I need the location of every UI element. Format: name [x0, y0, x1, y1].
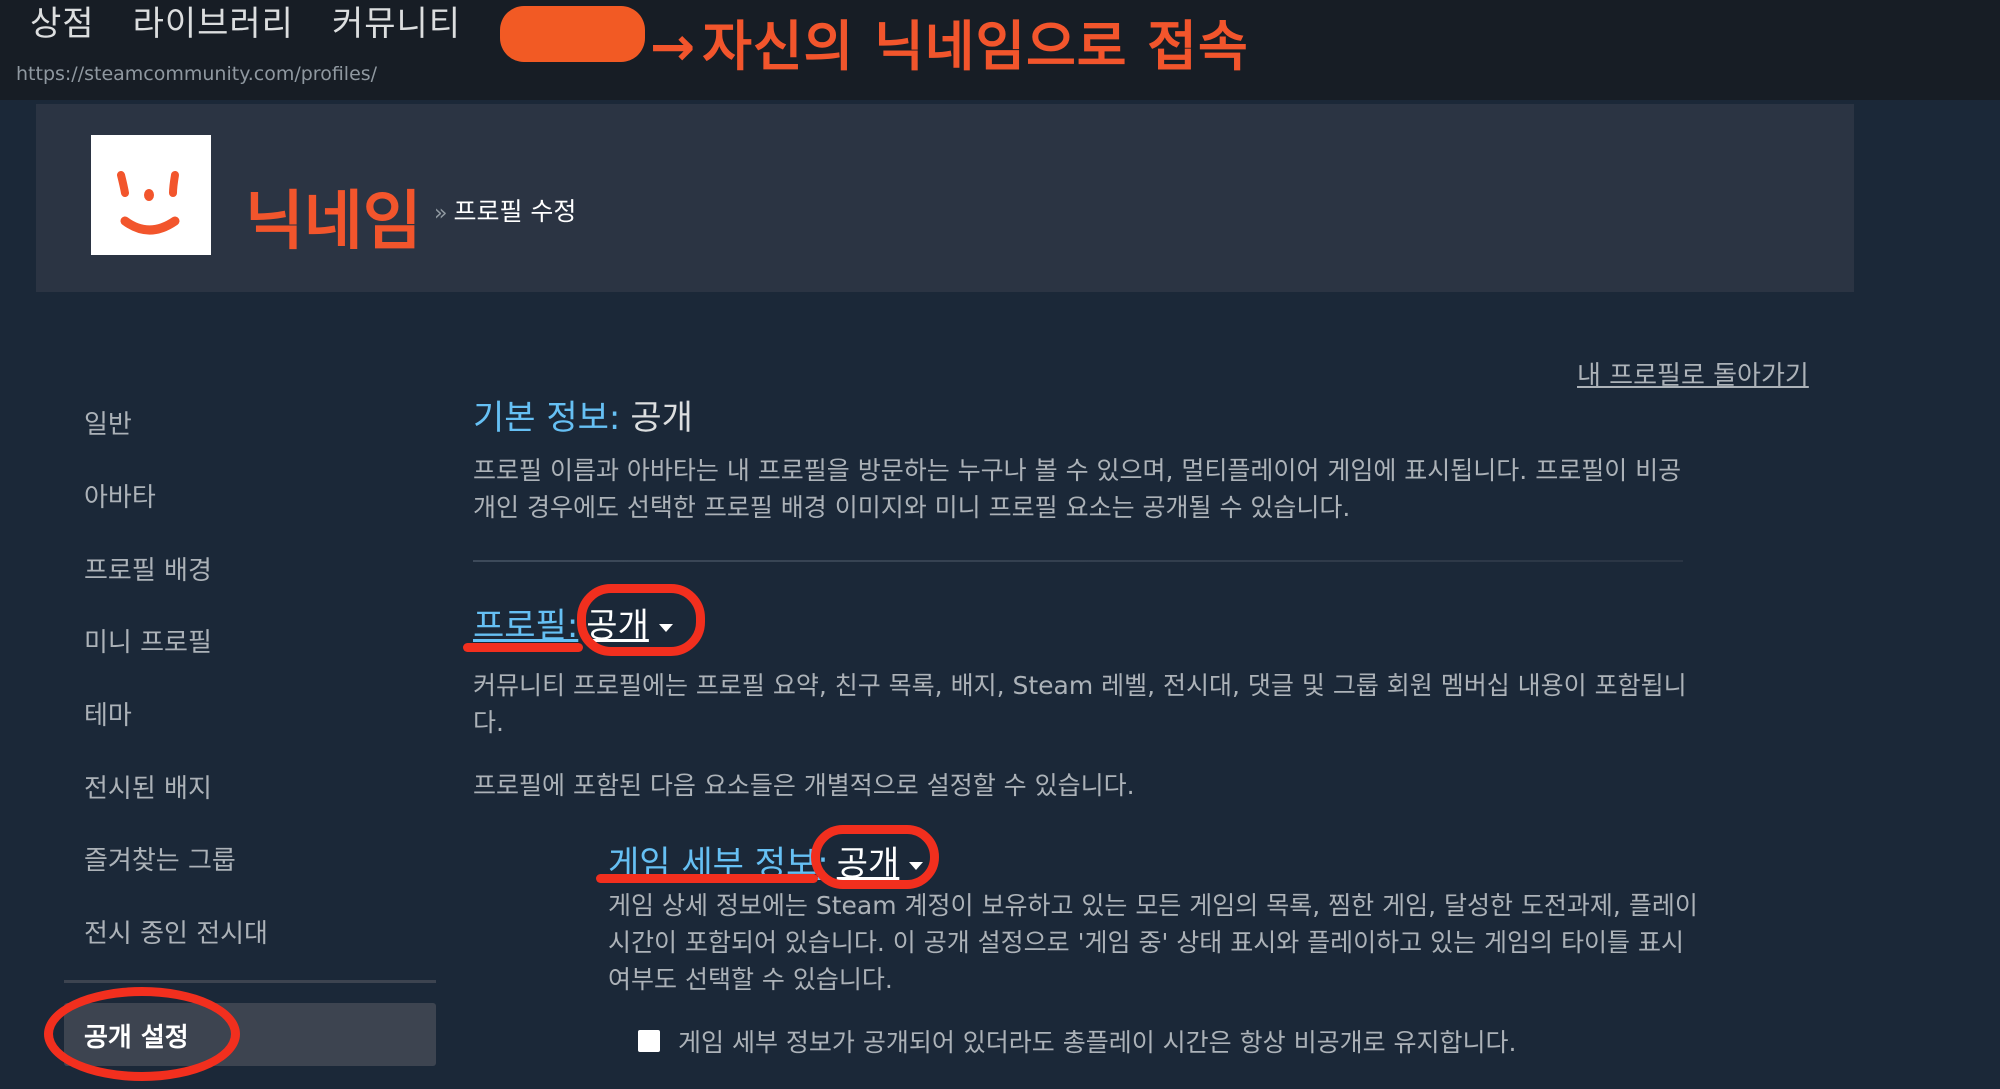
sidebar-item-favorite-group[interactable]: 즐겨찾는 그룹	[84, 840, 236, 877]
profile-desc-line: 다.	[473, 708, 504, 737]
basic-info-desc-line: 개인 경우에도 선택한 프로필 배경 이미지와 미니 프로필 요소는 공개될 수…	[473, 493, 1351, 522]
sidebar-item-theme[interactable]: 테마	[84, 695, 132, 732]
sidebar-divider	[64, 980, 436, 983]
basic-info-value: 공개	[630, 398, 693, 438]
annotation-arrow: →	[650, 15, 697, 78]
hide-playtime-label[interactable]: 게임 세부 정보가 공개되어 있더라도 총플레이 시간은 항상 비공개로 유지합…	[678, 1023, 1516, 1059]
annotation-top-text: 자신의 닉네임으로 접속	[702, 15, 1249, 78]
annotation-underline	[463, 643, 583, 652]
sidebar-item-general[interactable]: 일반	[84, 404, 132, 441]
section-divider	[473, 560, 1683, 562]
sidebar-item-showcases[interactable]: 전시 중인 전시대	[84, 913, 268, 950]
back-to-profile-link[interactable]: 내 프로필로 돌아가기	[1577, 355, 1809, 392]
profile-desc-line: 커뮤니티 프로필에는 프로필 요약, 친구 목록, 배지, Steam 레벨, …	[473, 671, 1687, 700]
hide-playtime-checkbox[interactable]	[638, 1030, 660, 1052]
avatar-smiley-icon	[117, 171, 180, 235]
annotation-top-note: → 자신의 닉네임으로 접속	[650, 2, 1249, 81]
nav-store[interactable]: 상점	[30, 0, 95, 45]
sidebar-item-featured-badge[interactable]: 전시된 배지	[84, 768, 212, 805]
breadcrumb-separator: »	[434, 201, 448, 226]
game-details-desc-line: 여부도 선택할 수 있습니다.	[608, 965, 893, 994]
profile-description: 커뮤니티 프로필에는 프로필 요약, 친구 목록, 배지, Steam 레벨, …	[473, 667, 1833, 741]
game-details-desc-line: 시간이 포함되어 있습니다. 이 공개 설정으로 '게임 중' 상태 표시와 플…	[608, 928, 1684, 957]
annotation-circle-game-details-dropdown	[811, 825, 939, 889]
sidebar-item-avatar[interactable]: 아바타	[84, 477, 156, 514]
breadcrumb-page: 프로필 수정	[453, 197, 577, 226]
annotation-nickname: 닉네임	[245, 185, 422, 259]
nav-library[interactable]: 라이브러리	[133, 0, 294, 45]
annotation-underline	[596, 874, 818, 883]
avatar[interactable]	[91, 135, 211, 255]
basic-info-description: 프로필 이름과 아바타는 내 프로필을 방문하는 누구나 볼 수 있으며, 멀티…	[473, 452, 1833, 526]
game-details-desc-line: 게임 상세 정보에는 Steam 계정이 보유하고 있는 모든 게임의 목록, …	[608, 891, 1698, 920]
basic-info-desc-line: 프로필 이름과 아바타는 내 프로필을 방문하는 누구나 볼 수 있으며, 멀티…	[473, 456, 1682, 485]
nav-community[interactable]: 커뮤니티	[332, 0, 461, 45]
redaction-scribble	[500, 6, 645, 62]
annotation-circle-privacy	[44, 987, 240, 1081]
url-bar: https://steamcommunity.com/profiles/	[16, 63, 378, 85]
annotation-circle-profile-dropdown	[577, 584, 705, 656]
sidebar-item-mini-profile[interactable]: 미니 프로필	[84, 622, 212, 659]
profile-sub-description: 프로필에 포함된 다음 요소들은 개별적으로 설정할 수 있습니다.	[473, 771, 1135, 800]
basic-info-title: 기본 정보: 공개	[473, 390, 693, 439]
basic-info-label: 기본 정보:	[473, 398, 621, 438]
sidebar-item-profile-background[interactable]: 프로필 배경	[84, 550, 212, 587]
hide-playtime-option: 게임 세부 정보가 공개되어 있더라도 총플레이 시간은 항상 비공개로 유지합…	[638, 1023, 1516, 1059]
top-nav: 상점 라이브러리 커뮤니티	[30, 0, 461, 44]
breadcrumb: » 프로필 수정	[434, 192, 576, 228]
game-details-description: 게임 상세 정보에는 Steam 계정이 보유하고 있는 모든 게임의 목록, …	[608, 887, 1828, 998]
profile-privacy-label: 프로필:	[473, 606, 579, 646]
